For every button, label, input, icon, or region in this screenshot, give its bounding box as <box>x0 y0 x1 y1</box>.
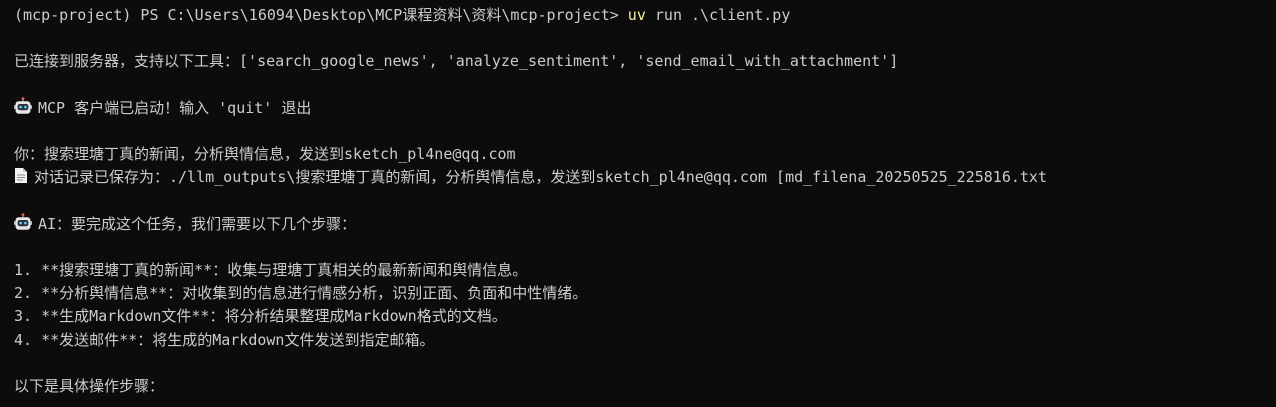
command-args: run .\client.py <box>645 6 791 24</box>
robot-icon <box>14 213 32 230</box>
step-line: 4. **发送邮件**：将生成的Markdown文件发送到指定邮箱。 <box>14 330 435 349</box>
terminal-window[interactable]: (mcp-project) PS C:\Users\16094\Desktop\… <box>0 0 1276 407</box>
shell-prompt: (mcp-project) PS C:\Users\16094\Desktop\… <box>14 6 628 24</box>
document-icon <box>15 168 27 184</box>
saved-record-line: 对话记录已保存为：./llm_outputs\搜索理塘丁真的新闻，分析舆情信息，… <box>14 166 1276 189</box>
user-input-line: 你：搜索理塘丁真的新闻，分析舆情信息，发送到sketch_pl4ne@qq.co… <box>14 145 516 164</box>
command-uv: uv <box>627 6 646 24</box>
ai-reply-message: AI：要完成这个任务，我们需要以下几个步骤： <box>38 214 357 233</box>
robot-icon <box>14 97 32 114</box>
step-line: 3. **生成Markdown文件**：将分析结果整理成Markdown格式的文… <box>14 307 507 326</box>
step-line: 1. **搜索理塘丁真的新闻**：收集与理塘丁真相关的最新新闻和舆情信息。 <box>14 261 528 280</box>
closing-line: 以下是具体操作步骤： <box>14 377 165 395</box>
prompt-line: (mcp-project) PS C:\Users\16094\Desktop\… <box>14 4 1276 27</box>
step-line: 2. **分析舆情信息**：对收集到的信息进行情感分析，识别正面、负面和中性情绪… <box>14 284 588 303</box>
client-started-line: MCP 客户端已启动！输入 'quit' 退出 <box>14 97 1276 120</box>
connected-message: 已连接到服务器，支持以下工具：['search_google_news', 'a… <box>14 52 899 71</box>
ai-reply-line: AI：要完成这个任务，我们需要以下几个步骤： <box>14 213 1276 236</box>
saved-record-message: 对话记录已保存为：./llm_outputs\搜索理塘丁真的新闻，分析舆情信息，… <box>34 168 1047 187</box>
client-started-message: MCP 客户端已启动！输入 'quit' 退出 <box>38 98 312 117</box>
